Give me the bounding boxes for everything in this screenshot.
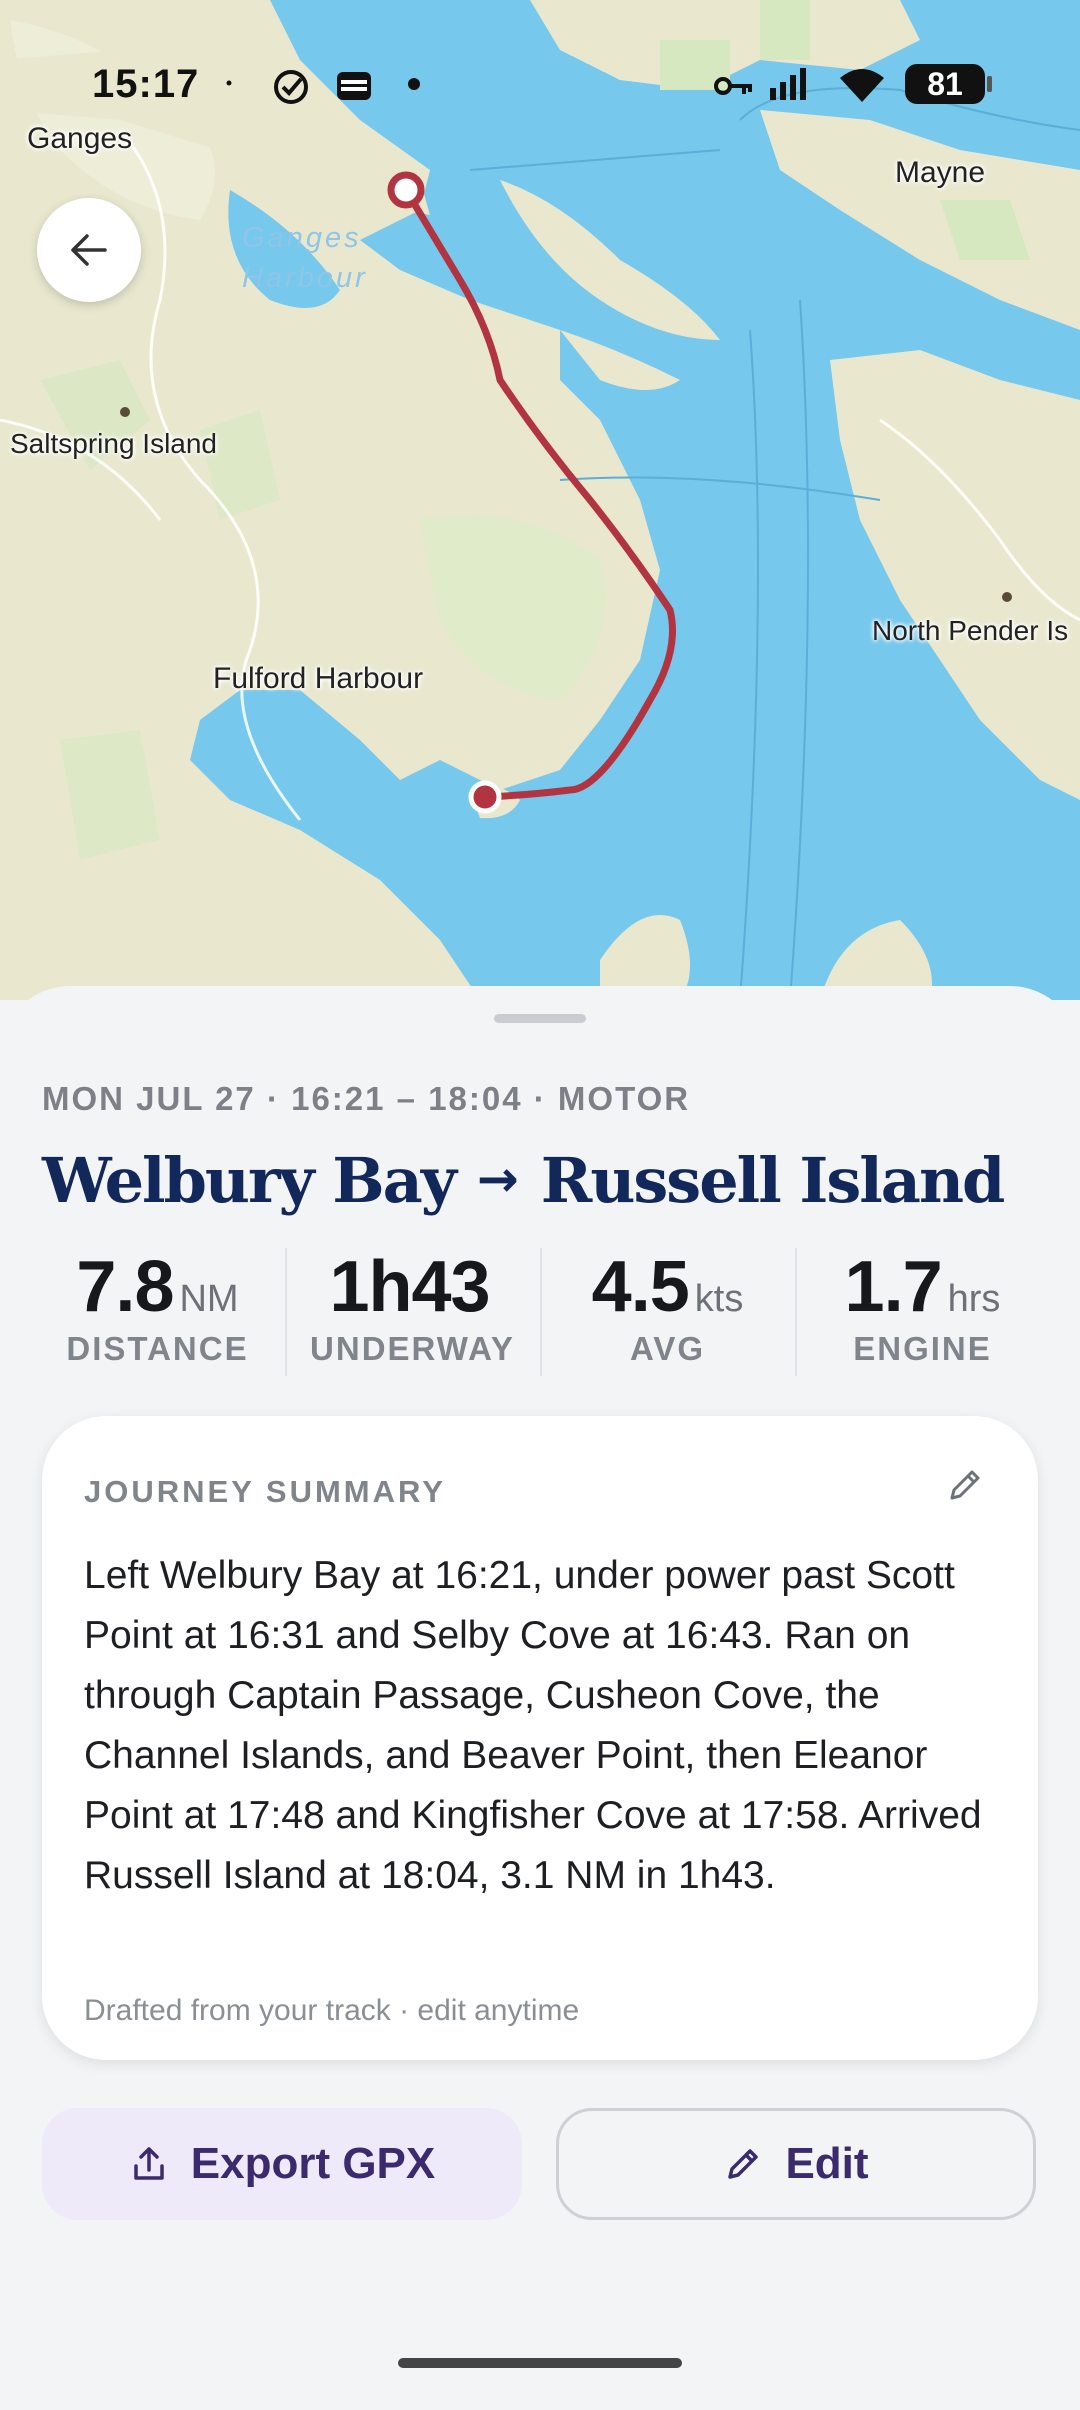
key-icon <box>714 77 752 95</box>
trip-to: Russell Island <box>540 1144 1006 1217</box>
summary-heading: JOURNEY SUMMARY <box>84 1474 446 1509</box>
stat-label: AVG <box>629 1330 706 1367</box>
status-time: 15:17 <box>92 62 200 106</box>
map-label-mayne: Mayne <box>895 156 986 189</box>
edit-button[interactable]: Edit <box>556 2108 1036 2220</box>
trip-stats: 7.8 NM DISTANCE 1h43 UNDERWAY 4.5 kts AVG … <box>30 1246 1050 1376</box>
map-label-saltspring: Saltspring Island <box>10 428 218 459</box>
stat-unit: kts <box>694 1278 744 1320</box>
stat-avg-speed: 4.5 kts AVG <box>540 1246 795 1376</box>
stat-value: 4.5 <box>591 1247 690 1327</box>
battery-icon: 81 <box>905 64 985 104</box>
stat-label: DISTANCE <box>66 1330 249 1367</box>
stat-unit: hrs <box>947 1278 1001 1320</box>
trip-map[interactable]: Ganges Mayne Saltspring Island North Pen… <box>0 0 1080 1000</box>
battery-nub <box>987 76 992 92</box>
stat-label: UNDERWAY <box>310 1330 515 1367</box>
signal-icon <box>770 68 806 100</box>
trip-meta: MON JUL 27 · 16:21 – 18:04 · MOTOR <box>42 1080 691 1117</box>
trip-title: Welbury Bay → Russell Island <box>42 1144 1006 1217</box>
map-label-ganges-harbour: Ganges Harbour <box>242 218 368 298</box>
map-label-fulford: Fulford Harbour <box>213 662 424 695</box>
stat-underway: 1h43 UNDERWAY <box>285 1246 540 1376</box>
map-label-north-pender: North Pender Is <box>872 615 1069 646</box>
wifi-icon <box>840 69 884 102</box>
stat-engine: 1.7 hrs ENGINE <box>795 1246 1050 1376</box>
stat-value: 1.7 <box>844 1247 943 1327</box>
stat-value: 1h43 <box>329 1247 490 1327</box>
map-label-ganges-harbour-line1: Ganges <box>242 222 362 254</box>
stat-unit: NM <box>179 1278 239 1320</box>
map-canvas[interactable] <box>0 0 1080 1000</box>
wallet-icon <box>337 72 371 100</box>
stat-value: 7.8 <box>76 1247 174 1327</box>
pencil-icon[interactable] <box>944 1464 986 1506</box>
share-upload-icon <box>134 2147 164 2180</box>
track-end-marker <box>468 780 502 814</box>
trip-detail-sheet: MON JUL 27 · 16:21 – 18:04 · MOTOR Welbu… <box>0 986 1080 2410</box>
dot-icon <box>408 78 420 90</box>
map-label-ganges-harbour-line2: Harbour <box>242 262 368 294</box>
route-arrow-icon: → <box>476 1150 519 1208</box>
stat-label: ENGINE <box>853 1330 992 1367</box>
journey-summary-card: JOURNEY SUMMARY Left Welbury Bay at 16:2… <box>42 1416 1038 2060</box>
export-gpx-button[interactable]: Export GPX <box>42 2108 522 2220</box>
export-gpx-label: Export GPX <box>190 2139 436 2188</box>
home-indicator[interactable] <box>398 2358 682 2368</box>
summary-footnote: Drafted from your track · edit anytime <box>84 1994 580 2027</box>
summary-text: Left Welbury Bay at 16:21, under power p… <box>84 1554 982 1897</box>
status-bar: 15:17 81 <box>0 54 1080 114</box>
edit-label: Edit <box>785 2139 869 2188</box>
track-start-marker <box>387 171 425 209</box>
sheet-drag-handle[interactable] <box>494 1014 586 1023</box>
map-label-ganges: Ganges <box>27 122 133 155</box>
check-circle-icon <box>274 70 308 104</box>
trip-from: Welbury Bay <box>42 1144 457 1217</box>
arrow-left-icon <box>71 234 107 266</box>
back-button[interactable] <box>37 198 141 302</box>
stat-distance: 7.8 NM DISTANCE <box>30 1246 285 1376</box>
dot-icon <box>226 80 232 86</box>
pencil-icon <box>728 2149 759 2179</box>
